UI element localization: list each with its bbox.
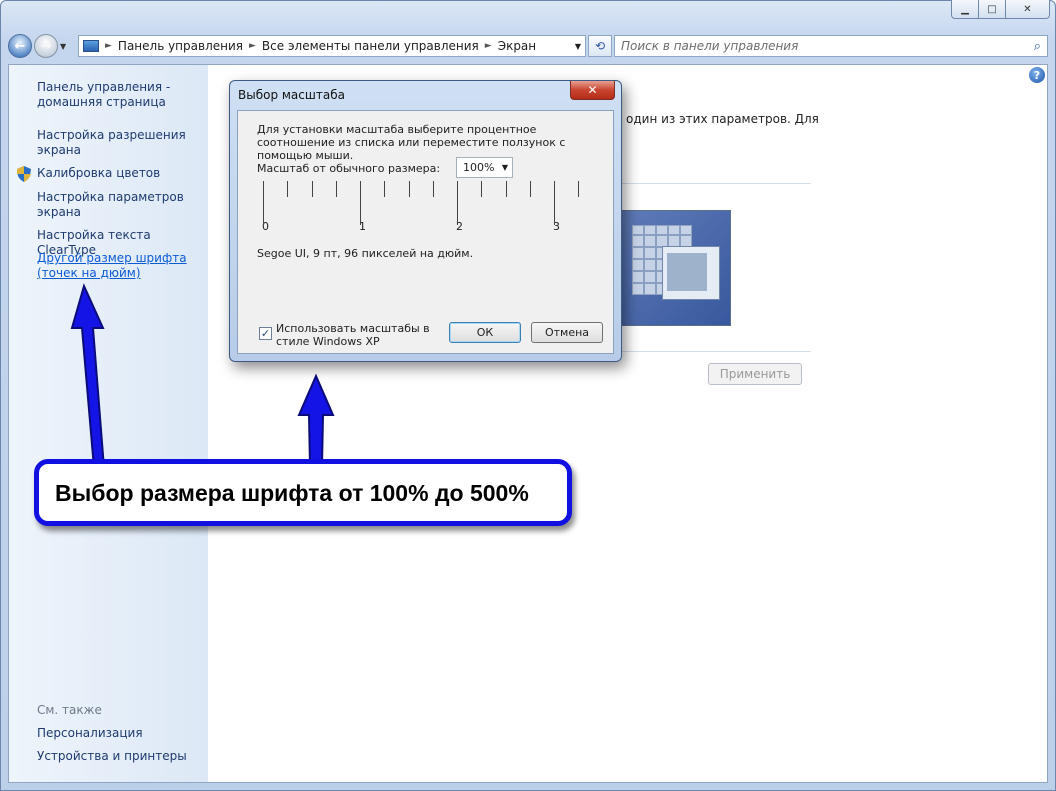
recent-pages-dropdown[interactable]: ▼	[60, 42, 72, 51]
sidebar-item-devices-printers[interactable]: Устройства и принтеры	[37, 749, 187, 764]
divider	[619, 351, 811, 352]
control-panel-icon	[83, 40, 99, 52]
ok-button[interactable]: ОК	[449, 322, 521, 343]
forward-arrow-icon: →	[40, 38, 52, 54]
apply-button[interactable]: Применить	[708, 363, 802, 385]
preview-window	[662, 246, 720, 300]
ruler-minor-tick	[409, 181, 410, 197]
preview-window-body	[667, 253, 707, 291]
search-input[interactable]: Поиск в панели управления ⌕	[614, 35, 1048, 57]
divider	[619, 183, 811, 184]
ruler-minor-tick	[578, 181, 579, 197]
main-description-text: один из этих параметров. Для	[626, 112, 819, 126]
scale-dialog: Выбор масштаба ✕ Для установки масштаба …	[229, 80, 622, 362]
scale-ruler[interactable]: 0 1 2 3	[262, 181, 583, 241]
maximize-button[interactable]: □	[978, 0, 1006, 19]
ruler-minor-tick	[287, 181, 288, 197]
scale-label: Масштаб от обычного размера:	[257, 162, 441, 175]
sidebar-item-control-panel-home[interactable]: Панель управления - домашняя страница	[37, 80, 170, 110]
minimize-button[interactable]: ▁	[951, 0, 979, 19]
dialog-close-button[interactable]: ✕	[570, 81, 615, 100]
ruler-minor-tick	[506, 181, 507, 197]
sidebar-item-color-calibration[interactable]: Калибровка цветов	[37, 166, 160, 181]
annotation-callout: Выбор размера шрифта от 100% до 500%	[34, 459, 572, 526]
ruler-minor-tick	[312, 181, 313, 197]
maximize-icon: □	[987, 3, 997, 15]
ruler-minor-tick	[384, 181, 385, 197]
ruler-major-tick	[360, 181, 361, 225]
breadcrumb-control-panel[interactable]: Панель управления	[118, 39, 243, 53]
search-placeholder: Поиск в панели управления	[621, 39, 799, 53]
back-button[interactable]: ←	[8, 34, 32, 58]
back-arrow-icon: ←	[14, 38, 26, 54]
help-icon: ?	[1033, 68, 1041, 82]
xp-style-checkbox-label[interactable]: Использовать масштабы в стиле Windows XP	[276, 322, 446, 348]
dialog-body: Для установки масштаба выберите процентн…	[237, 110, 614, 354]
ruler-minor-tick	[481, 181, 482, 197]
refresh-button[interactable]: ⟲	[588, 35, 612, 57]
sidebar-item-label: экрана	[37, 143, 82, 157]
sidebar-item-label: домашняя страница	[37, 95, 166, 109]
close-icon: ✕	[1023, 3, 1032, 15]
caption-buttons: ▁ □ ✕	[951, 0, 1050, 19]
sidebar-item-label: Другой размер шрифта	[37, 251, 187, 265]
sidebar-item-label: Настройка параметров	[37, 190, 184, 204]
navigation-bar: ← → ▼ ► Панель управления ► Все элементы…	[8, 32, 1048, 60]
xp-style-checkbox[interactable]: ✓	[259, 327, 272, 340]
sidebar-item-personalization[interactable]: Персонализация	[37, 726, 143, 741]
font-info-text: Segoe UI, 9 пт, 96 пикселей на дюйм.	[257, 247, 474, 260]
address-bar[interactable]: ► Панель управления ► Все элементы панел…	[78, 35, 586, 57]
sidebar-item-display-settings[interactable]: Настройка параметров экрана	[37, 190, 184, 220]
sidebar-item-label: экрана	[37, 205, 82, 219]
sidebar-item-label: (точек на дюйм)	[37, 266, 141, 280]
close-button[interactable]: ✕	[1005, 0, 1050, 19]
dialog-title: Выбор масштаба	[238, 88, 345, 102]
chevron-down-icon: ▼	[501, 163, 508, 172]
ruler-major-tick	[554, 181, 555, 225]
dialog-description: Для установки масштаба выберите процентн…	[257, 123, 566, 162]
ruler-minor-tick	[530, 181, 531, 197]
task-pane: Панель управления - домашняя страница Нас…	[9, 65, 208, 782]
refresh-icon: ⟲	[594, 39, 606, 53]
search-icon[interactable]: ⌕	[1034, 39, 1041, 54]
help-button[interactable]: ?	[1029, 67, 1045, 83]
scale-combobox[interactable]: 100% ▼	[456, 157, 513, 178]
breadcrumb-separator: ►	[249, 41, 256, 51]
breadcrumb-all-items[interactable]: Все элементы панели управления	[262, 39, 479, 53]
ruler-minor-tick	[336, 181, 337, 197]
close-icon: ✕	[587, 83, 598, 97]
sidebar-item-label: Настройка разрешения	[37, 128, 186, 142]
scale-value: 100%	[463, 161, 495, 174]
minimize-icon: ▁	[961, 3, 969, 15]
sidebar-item-custom-dpi[interactable]: Другой размер шрифта (точек на дюйм)	[37, 251, 187, 281]
shield-icon	[17, 166, 31, 182]
chevron-down-icon: ▼	[60, 41, 67, 51]
cancel-button[interactable]: Отмена	[531, 322, 603, 343]
forward-button[interactable]: →	[34, 34, 58, 58]
breadcrumb-display[interactable]: Экран	[498, 39, 536, 53]
breadcrumb-separator: ►	[105, 41, 112, 51]
sidebar-item-label: Калибровка цветов	[37, 166, 161, 180]
address-dropdown-icon[interactable]: ▼	[575, 42, 581, 51]
checkmark-icon: ✓	[260, 327, 271, 340]
display-preview-image	[621, 210, 731, 326]
breadcrumb-separator: ►	[484, 41, 492, 51]
ruler-minor-tick	[433, 181, 434, 197]
sidebar-item-resolution[interactable]: Настройка разрешения экрана	[37, 128, 186, 158]
see-also-heading: См. также	[37, 703, 102, 717]
sidebar-item-label: Панель управления -	[37, 80, 171, 94]
ruler-major-tick	[457, 181, 458, 225]
ruler-major-tick	[263, 181, 264, 225]
